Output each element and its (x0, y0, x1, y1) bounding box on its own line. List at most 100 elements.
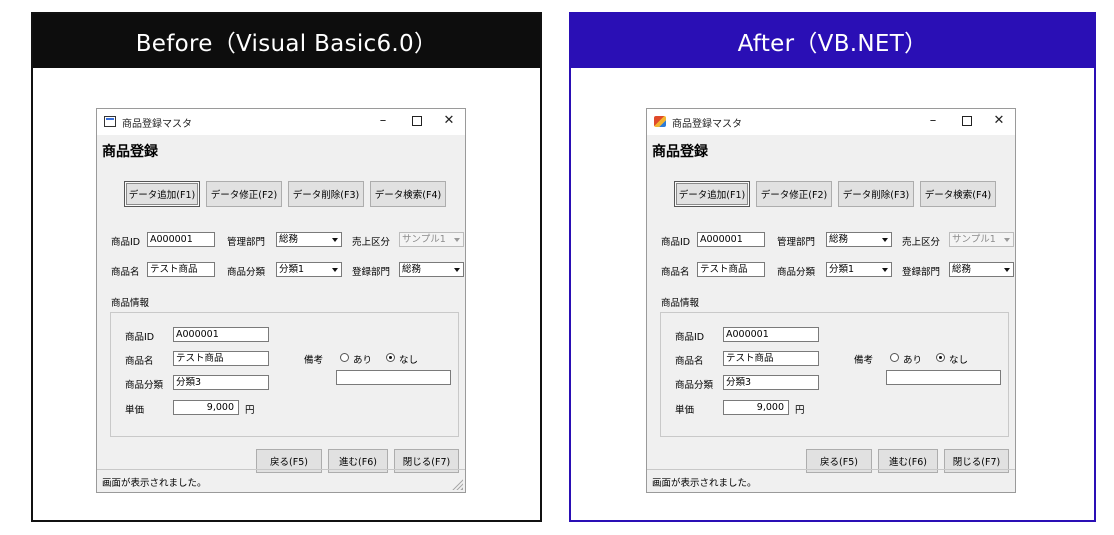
delete-data-button[interactable]: データ削除(F3) (838, 181, 914, 207)
sales-type-label: 売上区分 (902, 237, 941, 248)
info-id-input[interactable]: A000001 (173, 327, 269, 342)
chevron-down-icon (451, 233, 463, 246)
radio-yes[interactable] (890, 353, 899, 362)
product-info-group: 商品ID A000001 商品名 テスト商品 商品分類 分類3 単価 9,000… (660, 312, 1009, 437)
category-select-value: 分類1 (279, 264, 305, 275)
radio-yes[interactable] (340, 353, 349, 362)
info-name-input[interactable]: テスト商品 (173, 351, 269, 366)
reg-dept-select[interactable]: 総務 (399, 262, 464, 277)
info-price-label: 単価 (675, 405, 695, 416)
close-button[interactable]: ✕ (437, 112, 461, 130)
info-name-input[interactable]: テスト商品 (723, 351, 819, 366)
chevron-down-icon[interactable] (329, 233, 341, 246)
dept-label: 管理部門 (227, 237, 266, 248)
product-id-label: 商品ID (661, 237, 691, 248)
maximize-icon (962, 115, 972, 126)
radio-no[interactable] (386, 353, 395, 362)
reg-dept-select-value: 総務 (952, 264, 972, 275)
delete-data-button[interactable]: データ削除(F3) (288, 181, 364, 207)
sales-type-select-value: サンプル1 (952, 234, 996, 245)
status-bar: 画面が表示されました。 (647, 469, 1015, 492)
remarks-label: 備考 (854, 355, 874, 366)
maximize-icon (412, 115, 422, 126)
status-text: 画面が表示されました。 (652, 478, 757, 489)
info-id-label: 商品ID (675, 332, 705, 343)
edit-data-button[interactable]: データ修正(F2) (756, 181, 832, 207)
radio-no[interactable] (936, 353, 945, 362)
before-panel: Before（Visual Basic6.0） 商品登録マスタ – ✕ 商品登録… (31, 12, 542, 522)
add-data-button[interactable]: データ追加(F1) (674, 181, 750, 207)
maximize-button[interactable] (405, 112, 429, 130)
product-id-input[interactable]: A000001 (147, 232, 215, 247)
search-data-button[interactable]: データ検索(F4) (920, 181, 996, 207)
minimize-button[interactable]: – (371, 112, 395, 130)
info-id-input[interactable]: A000001 (723, 327, 819, 342)
form-icon (654, 116, 666, 127)
chevron-down-icon[interactable] (329, 263, 341, 276)
dept-select[interactable]: 総務 (276, 232, 342, 247)
remarks-input[interactable] (886, 370, 1001, 385)
info-price-label: 単価 (125, 405, 145, 416)
info-price-input[interactable]: 9,000 (723, 400, 789, 415)
category-select[interactable]: 分類1 (276, 262, 342, 277)
after-window: 商品登録マスタ – ✕ 商品登録 データ追加(F1) データ修正(F2) データ… (646, 108, 1016, 493)
category-label: 商品分類 (227, 267, 266, 278)
status-text: 画面が表示されました。 (102, 478, 207, 489)
after-panel-header: After（VB.NET） (571, 14, 1094, 68)
reg-dept-select-value: 総務 (402, 264, 422, 275)
product-name-input[interactable]: テスト商品 (697, 262, 765, 277)
reg-dept-label: 登録部門 (902, 267, 941, 278)
dept-label: 管理部門 (777, 237, 816, 248)
info-category-input[interactable]: 分類3 (723, 375, 819, 390)
form-heading: 商品登録 (102, 144, 158, 160)
category-select[interactable]: 分類1 (826, 262, 892, 277)
title-bar[interactable]: 商品登録マスタ – ✕ (647, 109, 1015, 135)
chevron-down-icon[interactable] (451, 263, 463, 276)
info-category-label: 商品分類 (675, 380, 714, 391)
dept-select-value: 総務 (279, 234, 299, 245)
search-data-button[interactable]: データ検索(F4) (370, 181, 446, 207)
minimize-button[interactable]: – (921, 112, 945, 130)
add-data-button[interactable]: データ追加(F1) (124, 181, 200, 207)
category-select-value: 分類1 (829, 264, 855, 275)
remarks-input[interactable] (336, 370, 451, 385)
product-name-input[interactable]: テスト商品 (147, 262, 215, 277)
chevron-down-icon[interactable] (879, 233, 891, 246)
maximize-button[interactable] (955, 112, 979, 130)
dept-select[interactable]: 総務 (826, 232, 892, 247)
sales-type-select: サンプル1 (949, 232, 1014, 247)
info-price-input[interactable]: 9,000 (173, 400, 239, 415)
radio-no-label: なし (399, 355, 419, 366)
category-label: 商品分類 (777, 267, 816, 278)
reg-dept-label: 登録部門 (352, 267, 391, 278)
info-name-label: 商品名 (675, 356, 704, 367)
product-id-label: 商品ID (111, 237, 141, 248)
info-id-label: 商品ID (125, 332, 155, 343)
info-category-input[interactable]: 分類3 (173, 375, 269, 390)
close-button[interactable]: ✕ (987, 112, 1011, 130)
status-bar: 画面が表示されました。 (97, 469, 465, 492)
resize-grip-icon[interactable] (451, 478, 463, 490)
before-window: 商品登録マスタ – ✕ 商品登録 データ追加(F1) データ修正(F2) データ… (96, 108, 466, 493)
sales-type-select: サンプル1 (399, 232, 464, 247)
chevron-down-icon[interactable] (879, 263, 891, 276)
remarks-label: 備考 (304, 355, 324, 366)
product-id-input[interactable]: A000001 (697, 232, 765, 247)
product-name-label: 商品名 (661, 267, 690, 278)
info-name-label: 商品名 (125, 356, 154, 367)
title-bar[interactable]: 商品登録マスタ – ✕ (97, 109, 465, 135)
product-info-title: 商品情報 (661, 298, 700, 309)
info-price-unit: 円 (245, 405, 255, 416)
reg-dept-select[interactable]: 総務 (949, 262, 1014, 277)
product-name-label: 商品名 (111, 267, 140, 278)
product-info-group: 商品ID A000001 商品名 テスト商品 商品分類 分類3 単価 9,000… (110, 312, 459, 437)
radio-yes-label: あり (903, 355, 923, 366)
chevron-down-icon (1001, 233, 1013, 246)
chevron-down-icon[interactable] (1001, 263, 1013, 276)
radio-no-label: なし (949, 355, 969, 366)
edit-data-button[interactable]: データ修正(F2) (206, 181, 282, 207)
sales-type-label: 売上区分 (352, 237, 391, 248)
before-panel-header: Before（Visual Basic6.0） (33, 14, 540, 68)
after-panel: After（VB.NET） 商品登録マスタ – ✕ 商品登録 データ追加(F1)… (569, 12, 1096, 522)
sales-type-select-value: サンプル1 (402, 234, 446, 245)
